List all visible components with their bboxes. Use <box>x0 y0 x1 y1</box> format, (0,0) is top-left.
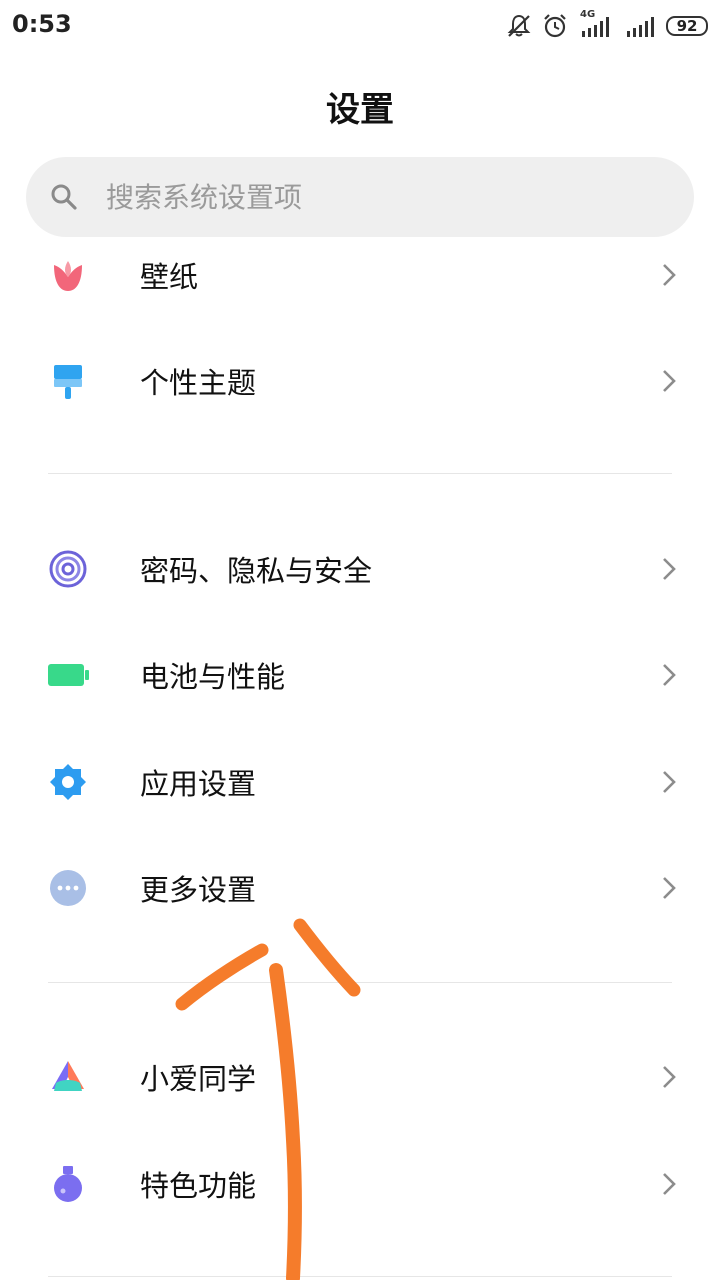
signal-icon-2 <box>627 17 654 37</box>
theme-brush-icon <box>46 359 90 403</box>
settings-item-label: 小爱同学 <box>140 1062 257 1096</box>
settings-item-more-settings[interactable]: 更多设置 <box>0 835 720 941</box>
settings-item-label: 壁纸 <box>140 260 199 294</box>
xiaoai-icon <box>46 1055 90 1099</box>
settings-item-theme[interactable]: 个性主题 <box>0 328 720 434</box>
alarm-icon <box>544 14 566 38</box>
settings-item-label: 应用设置 <box>140 767 257 801</box>
status-bar: 0:53 4G 92 <box>0 0 720 50</box>
search-input[interactable] <box>104 179 608 215</box>
app-settings-gear-icon <box>46 760 90 804</box>
feature-flask-icon <box>46 1162 90 1206</box>
divider <box>48 982 672 983</box>
divider <box>48 473 672 474</box>
battery-performance-icon <box>46 653 90 697</box>
more-settings-icon <box>46 866 90 910</box>
settings-item-security[interactable]: 密码、隐私与安全 <box>0 516 720 622</box>
divider <box>48 1276 672 1277</box>
settings-item-label: 特色功能 <box>140 1169 257 1203</box>
settings-item-label: 个性主题 <box>140 366 257 400</box>
chevron-right-icon <box>663 1173 676 1195</box>
battery-icon: 92 <box>666 16 708 36</box>
settings-item-features[interactable]: 特色功能 <box>0 1131 720 1237</box>
settings-item-label: 密码、隐私与安全 <box>140 554 373 588</box>
fingerprint-icon <box>46 547 90 591</box>
settings-item-label: 电池与性能 <box>140 660 286 694</box>
chevron-right-icon <box>663 370 676 392</box>
chevron-right-icon <box>663 558 676 580</box>
status-time: 0:53 <box>12 10 72 38</box>
settings-item-battery[interactable]: 电池与性能 <box>0 622 720 728</box>
settings-item-xiaoai[interactable]: 小爱同学 <box>0 1024 720 1130</box>
signal-icon: 4G <box>578 9 616 39</box>
chevron-right-icon <box>663 1066 676 1088</box>
page-title: 设置 <box>326 90 394 130</box>
settings-item-app-settings[interactable]: 应用设置 <box>0 729 720 835</box>
chevron-right-icon <box>663 771 676 793</box>
wallpaper-icon <box>46 253 90 297</box>
settings-item-label: 更多设置 <box>140 873 257 907</box>
chevron-right-icon <box>663 264 676 286</box>
settings-item-wallpaper[interactable]: 壁纸 <box>0 222 720 328</box>
status-icons: 4G 92 <box>506 9 708 42</box>
chevron-right-icon <box>663 877 676 899</box>
mute-icon <box>507 14 531 37</box>
search-icon <box>51 184 77 210</box>
chevron-right-icon <box>663 664 676 686</box>
